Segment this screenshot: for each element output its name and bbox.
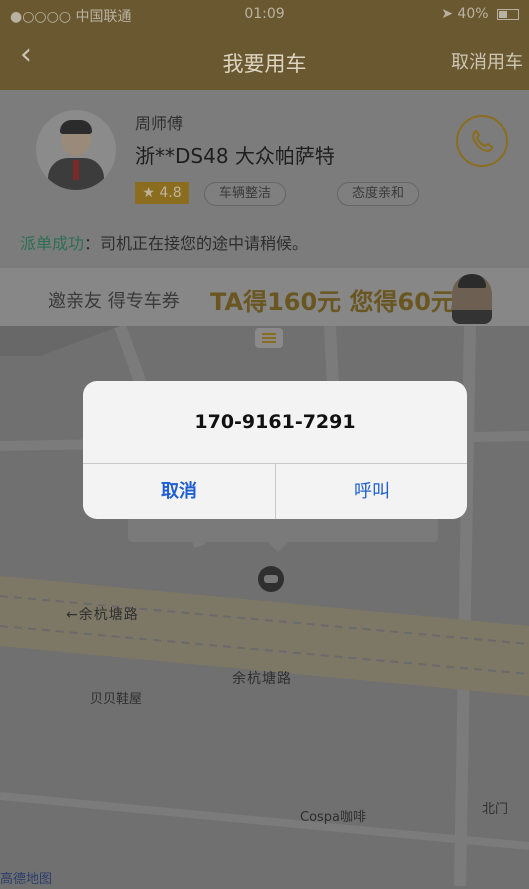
poi-label-3: 北门 [482, 802, 509, 817]
call-driver-button[interactable] [456, 115, 508, 167]
call-confirm-dialog: 170-9161-7291 取消 呼叫 [83, 381, 467, 519]
driver-card: 周师傅 浙**DS48 大众帕萨特 ★ 4.8 车辆整洁 态度亲和 派单成功：司… [0, 90, 529, 268]
map-provider-logo: 高德地图 [0, 872, 53, 887]
dispatch-message: ：司机正在接您的途中请稍候。 [84, 234, 309, 253]
status-bar: ●○○○○ 中国联通 01:09 ➤ 40% [0, 0, 529, 28]
page-title: 我要用车 [222, 52, 307, 76]
driver-name: 周师傅 [135, 114, 184, 133]
driver-avatar [36, 110, 116, 190]
road-label-1: ←余杭塘路 [66, 607, 139, 623]
dispatch-status: 派单成功：司机正在接您的途中请稍候。 [20, 230, 308, 254]
driver-tag-clean: 车辆整洁 [204, 182, 287, 206]
battery-icon [497, 8, 519, 20]
poi-label-1: 贝贝鞋屋 [90, 692, 143, 707]
banner-text-invite: 邀亲友 得专车券 [48, 291, 180, 312]
poi-label-2: Cospa咖啡 [300, 810, 367, 825]
banner-portrait [452, 274, 492, 324]
banner-text-reward: TA得160元 您得60元 [210, 288, 455, 316]
battery-indicator: ➤ 40% [441, 6, 519, 22]
driver-tag-friendly: 态度亲和 [337, 182, 420, 206]
phone-number: 170-9161-7291 [194, 411, 356, 433]
plate-and-car-model: 浙**DS48 大众帕萨特 [135, 144, 335, 168]
dispatch-label: 派单成功 [20, 234, 85, 253]
map-menu-handle[interactable] [255, 328, 283, 348]
car-location-icon [258, 566, 284, 592]
nav-bar: ‹ 我要用车 取消用车 [0, 28, 529, 90]
referral-banner[interactable]: 邀亲友 得专车券 TA得160元 您得60元 [0, 268, 529, 326]
dialog-call-button[interactable]: 呼叫 [276, 464, 467, 519]
dialog-cancel-button[interactable]: 取消 [83, 464, 275, 519]
cancel-ride-button[interactable]: 取消用车 [451, 48, 523, 74]
road-label-2: 余杭塘路 [232, 671, 292, 687]
rating-badge: ★ 4.8 [135, 182, 189, 204]
battery-percent: 40% [457, 6, 489, 22]
phone-icon [472, 129, 494, 153]
location-arrow-icon: ➤ [441, 6, 453, 22]
